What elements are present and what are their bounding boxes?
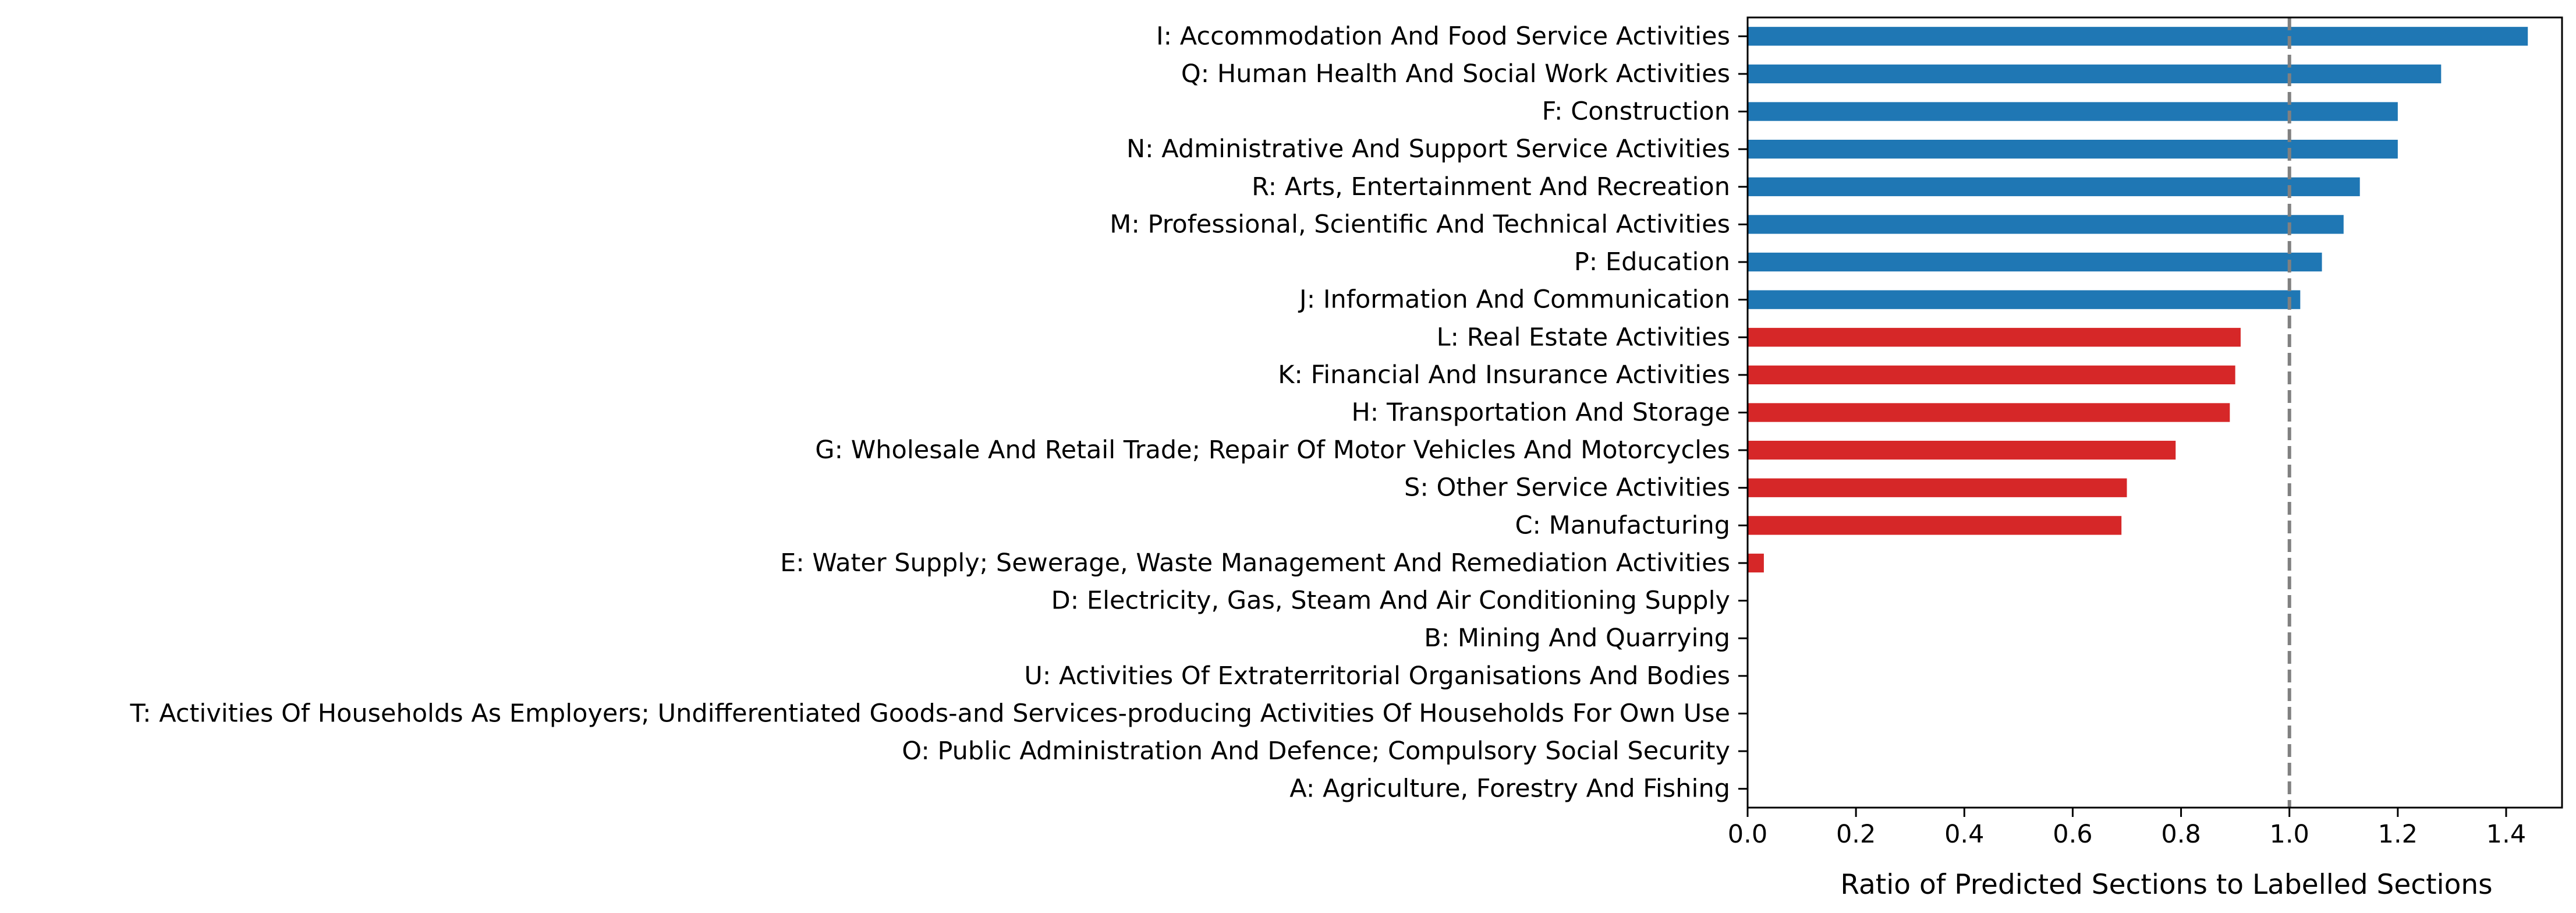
bar	[1748, 64, 2442, 84]
bar	[1748, 403, 2230, 422]
y-tick-label: K: Financial And Insurance Activities	[1278, 360, 1730, 390]
y-tick-label: E: Water Supply; Sewerage, Waste Managem…	[780, 548, 1730, 578]
y-tick-label: B: Mining And Quarrying	[1424, 624, 1730, 653]
y-tick-label: Q: Human Health And Social Work Activiti…	[1181, 59, 1730, 89]
x-tick-label: 0.2	[1836, 820, 1876, 849]
x-tick-label: 0.0	[1728, 820, 1767, 849]
y-tick-label: L: Real Estate Activities	[1437, 323, 1730, 352]
y-axis: I: Accommodation And Food Service Activi…	[130, 22, 1748, 804]
y-tick-label: H: Transportation And Storage	[1351, 398, 1730, 427]
y-tick-label: R: Arts, Entertainment And Recreation	[1252, 172, 1730, 201]
bar	[1748, 27, 2528, 46]
bar	[1748, 140, 2398, 159]
bar	[1748, 440, 2176, 460]
bar	[1748, 102, 2398, 121]
bar	[1748, 177, 2360, 196]
y-tick-label: I: Accommodation And Food Service Activi…	[1156, 22, 1730, 51]
bar	[1748, 252, 2322, 272]
x-tick-label: 0.8	[2161, 820, 2201, 849]
bar	[1748, 365, 2235, 385]
y-tick-label: N: Administrative And Support Service Ac…	[1126, 135, 1730, 164]
bar	[1748, 516, 2122, 535]
y-tick-label: T: Activities Of Households As Employers…	[130, 699, 1730, 728]
x-tick-label: 0.4	[1944, 820, 1984, 849]
y-tick-label: A: Agriculture, Forestry And Fishing	[1289, 774, 1730, 804]
y-tick-label: P: Education	[1574, 247, 1730, 277]
y-tick-label: O: Public Administration And Defence; Co…	[902, 737, 1730, 766]
bar	[1748, 478, 2127, 497]
y-tick-label: G: Wholesale And Retail Trade; Repair Of…	[815, 436, 1730, 465]
y-tick-label: C: Manufacturing	[1515, 511, 1730, 540]
x-tick-label: 0.6	[2053, 820, 2092, 849]
y-tick-label: J: Information And Communication	[1298, 285, 1730, 314]
bar	[1748, 553, 1764, 573]
bar	[1748, 215, 2344, 234]
x-axis: 0.0 0.2 0.4 0.6 0.8 1.0 1.2 1.4	[1728, 808, 2526, 849]
y-tick-label: F: Construction	[1542, 97, 1730, 126]
y-tick-label: U: Activities Of Extraterritorial Organi…	[1024, 661, 1730, 691]
x-tick-label: 1.0	[2270, 820, 2309, 849]
bar-chart: I: Accommodation And Food Service Activi…	[130, 16, 2563, 901]
y-tick-label: S: Other Service Activities	[1404, 473, 1730, 502]
bar	[1748, 328, 2241, 347]
x-tick-label: 1.4	[2486, 820, 2526, 849]
x-tick-label: 1.2	[2378, 820, 2418, 849]
bars-group	[1748, 27, 2528, 573]
y-tick-label: M: Professional, Scientific And Technica…	[1110, 210, 1730, 239]
x-axis-title: Ratio of Predicted Sections to Labelled …	[1840, 869, 2492, 901]
bar	[1748, 290, 2301, 309]
y-tick-label: D: Electricity, Gas, Steam And Air Condi…	[1051, 586, 1730, 615]
